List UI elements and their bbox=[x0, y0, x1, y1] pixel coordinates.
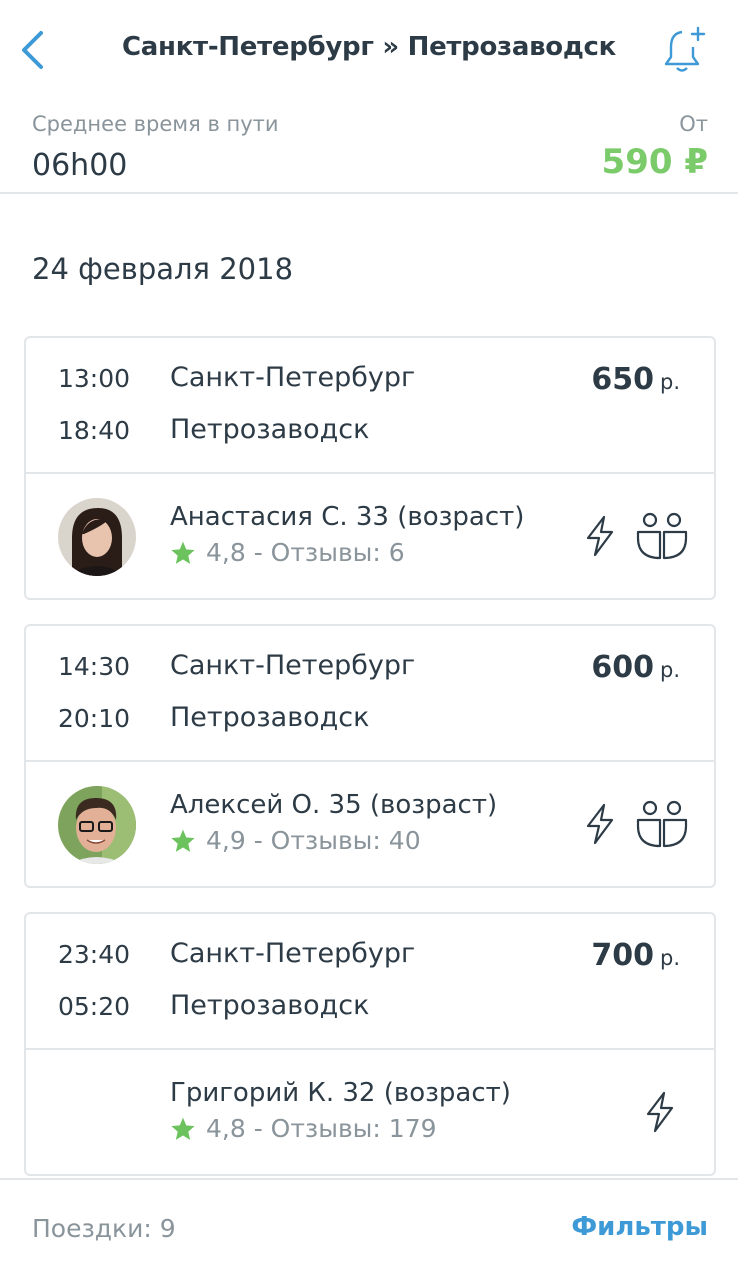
rating-text: 4,8 - Отзывы: 6 bbox=[206, 538, 405, 567]
lightning-icon bbox=[646, 1091, 674, 1133]
star-icon bbox=[171, 541, 195, 564]
departure-time: 14:30 bbox=[58, 652, 131, 681]
arrival-time: 05:20 bbox=[58, 992, 131, 1021]
trip-price: 600 р. bbox=[591, 650, 680, 685]
driver-info: Алексей О. 35 (возраст) 4,9 - Отзывы: 40 bbox=[26, 762, 714, 886]
two-passengers-icon bbox=[636, 800, 688, 848]
driver-name: Алексей О. 35 (возраст) bbox=[170, 790, 498, 820]
driver-avatar bbox=[58, 498, 136, 576]
departure-city: Санкт-Петербург bbox=[170, 650, 416, 681]
page-title: Санкт-Петербург » Петрозаводск bbox=[122, 32, 616, 62]
trip-price: 650 р. bbox=[591, 362, 680, 397]
driver-name: Анастасия С. 33 (возраст) bbox=[170, 502, 525, 532]
trips-count: Поездки: 9 bbox=[32, 1214, 176, 1243]
trip-route: 14:30 20:10 Санкт-Петербург Петрозаводск… bbox=[26, 626, 714, 762]
filters-button[interactable]: Фильтры bbox=[571, 1212, 708, 1242]
price-currency: р. bbox=[659, 370, 680, 394]
two-passengers-icon bbox=[636, 512, 688, 560]
price-value: 600 bbox=[591, 650, 654, 685]
arrival-time: 18:40 bbox=[58, 416, 131, 445]
price-currency: р. bbox=[659, 658, 680, 682]
bell-plus-icon bbox=[664, 26, 706, 72]
rating-text: 4,9 - Отзывы: 40 bbox=[206, 826, 421, 855]
trip-card[interactable]: 13:00 18:40 Санкт-Петербург Петрозаводск… bbox=[24, 336, 716, 600]
route-summary: Среднее время в пути 06h00 От 590 ₽ bbox=[0, 100, 738, 194]
bottom-bar: Поездки: 9 Фильтры bbox=[0, 1178, 738, 1280]
arrival-city: Петрозаводск bbox=[170, 702, 370, 733]
arrival-city: Петрозаводск bbox=[170, 990, 370, 1021]
top-bar: Санкт-Петербург » Петрозаводск bbox=[0, 0, 738, 100]
driver-info: Анастасия С. 33 (возраст) 4,8 - Отзывы: … bbox=[26, 474, 714, 598]
star-icon bbox=[171, 829, 195, 852]
trip-card[interactable]: 14:30 20:10 Санкт-Петербург Петрозаводск… bbox=[24, 624, 716, 888]
rating-text: 4,8 - Отзывы: 179 bbox=[206, 1114, 437, 1143]
trip-route: 23:40 05:20 Санкт-Петербург Петрозаводск… bbox=[26, 914, 714, 1050]
price-value: 650 bbox=[591, 362, 654, 397]
arrival-time: 20:10 bbox=[58, 704, 131, 733]
driver-rating: 4,9 - Отзывы: 40 bbox=[170, 826, 421, 855]
arrival-city: Петрозаводск bbox=[170, 414, 370, 445]
lightning-icon bbox=[586, 515, 614, 557]
driver-info: Григорий К. 32 (возраст) 4,8 - Отзывы: 1… bbox=[26, 1050, 714, 1174]
price-currency: р. bbox=[659, 946, 680, 970]
departure-time: 23:40 bbox=[58, 940, 131, 969]
back-button[interactable] bbox=[12, 28, 52, 72]
departure-time: 13:00 bbox=[58, 364, 131, 393]
driver-rating: 4,8 - Отзывы: 179 bbox=[170, 1114, 437, 1143]
driver-name: Григорий К. 32 (возраст) bbox=[170, 1078, 511, 1108]
from-price-label: От bbox=[679, 112, 708, 136]
driver-rating: 4,8 - Отзывы: 6 bbox=[170, 538, 405, 567]
avg-time-label: Среднее время в пути bbox=[32, 112, 279, 136]
departure-city: Санкт-Петербург bbox=[170, 362, 416, 393]
trip-price: 700 р. bbox=[591, 938, 680, 973]
trip-card[interactable]: 23:40 05:20 Санкт-Петербург Петрозаводск… bbox=[24, 912, 716, 1176]
departure-city: Санкт-Петербург bbox=[170, 938, 416, 969]
price-value: 700 bbox=[591, 938, 654, 973]
trip-date: 24 февраля 2018 bbox=[32, 252, 294, 286]
avg-time-value: 06h00 bbox=[32, 148, 128, 183]
lightning-icon bbox=[586, 803, 614, 845]
trip-route: 13:00 18:40 Санкт-Петербург Петрозаводск… bbox=[26, 338, 714, 474]
driver-avatar bbox=[58, 786, 136, 864]
from-price-value: 590 ₽ bbox=[601, 142, 708, 182]
subscribe-alert-button[interactable] bbox=[662, 26, 708, 74]
star-icon bbox=[171, 1117, 195, 1140]
chevron-left-icon bbox=[22, 31, 43, 69]
